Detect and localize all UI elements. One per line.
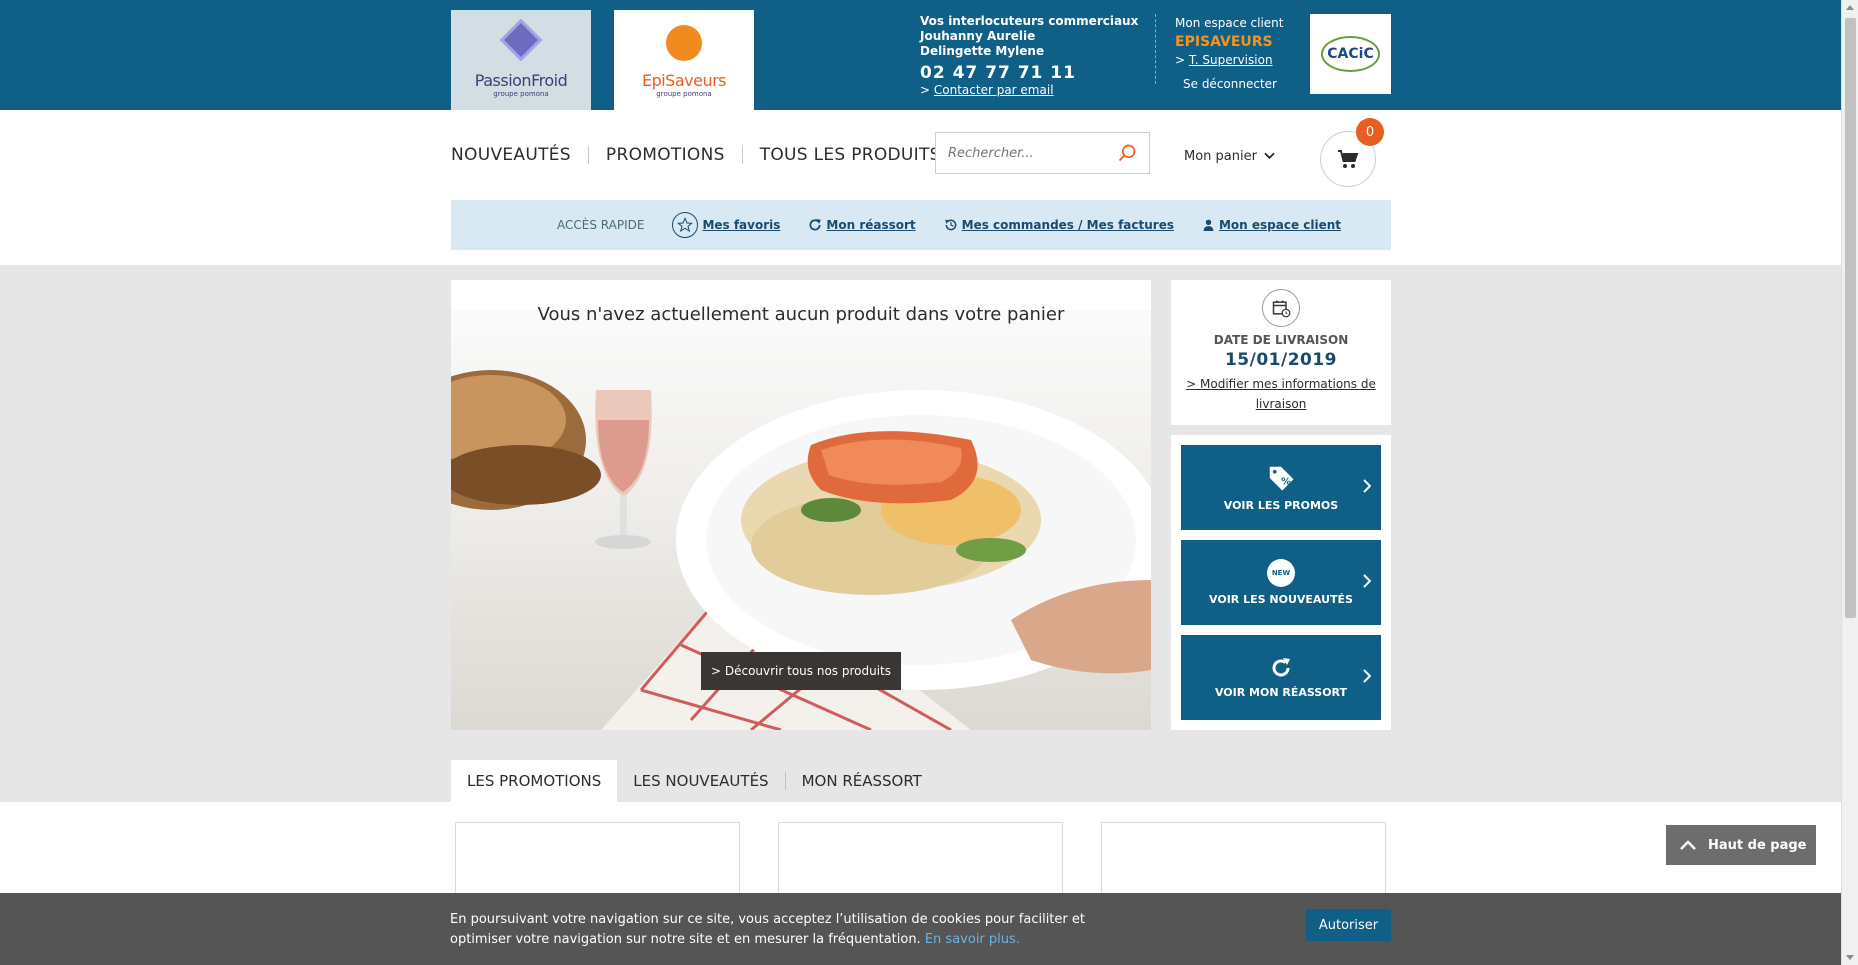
calendar-icon xyxy=(1262,289,1300,327)
percent-tag-icon: % xyxy=(1269,466,1294,491)
quick-link-commandes-label: Mes commandes / Mes factures xyxy=(961,218,1174,232)
cookie-learn-more-link[interactable]: En savoir plus. xyxy=(925,932,1020,947)
supervision-link[interactable]: T. Supervision xyxy=(1189,53,1273,67)
product-tabs: LES PROMOTIONS LES NOUVEAUTÉS MON RÉASSO… xyxy=(451,760,938,802)
delivery-edit-link[interactable]: Modifier mes informations de livraison xyxy=(1196,377,1376,411)
contact-phone: 02 47 77 71 11 xyxy=(920,63,1076,83)
delivery-date-value: 15/01/2019 xyxy=(1224,350,1338,370)
cart-icon xyxy=(1338,150,1359,168)
chevron-up-icon xyxy=(1680,840,1696,850)
nav-item-promotions[interactable]: PROMOTIONS xyxy=(587,146,742,164)
contact-email-link[interactable]: Contacter par email xyxy=(934,83,1054,97)
cookie-banner: En poursuivant votre navigation sur ce s… xyxy=(0,893,1841,965)
back-to-top-label: Haut de page xyxy=(1708,837,1807,853)
supervision-line: > T. Supervision xyxy=(1175,52,1283,69)
quick-access-bar: ACCÈS RAPIDE Mes favoris Mon réassort Me… xyxy=(451,200,1391,250)
svg-text:%: % xyxy=(1281,476,1291,487)
episaveurs-logo-sub: groupe pomona xyxy=(656,90,712,98)
logout-link[interactable]: Se déconnecter xyxy=(1175,76,1283,93)
view-reassort-button[interactable]: VOIR MON RÉASSORT xyxy=(1181,635,1381,720)
passionfroid-logo[interactable]: PassionFroid groupe pomona xyxy=(451,10,591,110)
delivery-date-box: DATE DE LIVRAISON 15/01/2019 > Modifier … xyxy=(1171,280,1391,425)
user-icon xyxy=(1202,218,1215,232)
empty-cart-hero: Vous n'avez actuellement aucun produit d… xyxy=(451,280,1151,730)
history-icon xyxy=(944,218,958,232)
cacic-logo-text: CACiC xyxy=(1321,36,1380,72)
tab-nouveautes[interactable]: LES NOUVEAUTÉS xyxy=(617,760,784,802)
hero-title: Vous n'avez actuellement aucun produit d… xyxy=(537,304,1065,325)
back-to-top-button[interactable]: Haut de page xyxy=(1666,825,1816,865)
sales-contact-block: Vos interlocuteurs commerciaux Jouhanny … xyxy=(920,14,1138,98)
chevron-down-icon xyxy=(1264,152,1275,160)
delivery-edit-line: > Modifier mes informations de livraison xyxy=(1171,374,1391,414)
shortcut-panel: % VOIR LES PROMOS NEW VOIR LES NOUVEAUTÉ… xyxy=(1171,435,1391,730)
main-nav: NOUVEAUTÉS PROMOTIONS TOUS LES PRODUITS xyxy=(451,146,958,164)
contact-email-prefix: > xyxy=(920,83,931,97)
top-header-bar: PassionFroid groupe pomona EpiSaveurs gr… xyxy=(0,0,1841,110)
new-badge-icon: NEW xyxy=(1267,559,1295,587)
search-input[interactable] xyxy=(936,133,1106,173)
tab-reassort[interactable]: MON RÉASSORT xyxy=(786,760,938,802)
view-new-label: VOIR LES NOUVEAUTÉS xyxy=(1209,593,1353,606)
page-scrollbar[interactable] xyxy=(1841,0,1858,965)
star-icon xyxy=(672,212,699,238)
supervision-prefix: > xyxy=(1175,53,1186,67)
chevron-right-icon xyxy=(1363,479,1371,493)
cart-dropdown[interactable]: Mon panier xyxy=(1184,149,1275,164)
episaveurs-logo-mark xyxy=(666,25,702,61)
refresh-icon xyxy=(1272,658,1290,677)
account-block: Mon espace client EPISAVEURS > T. Superv… xyxy=(1175,15,1283,93)
nav-item-tous-les-produits[interactable]: TOUS LES PRODUITS xyxy=(741,146,958,164)
quick-link-commandes[interactable]: Mes commandes / Mes factures xyxy=(944,218,1174,232)
discover-products-button[interactable]: > Découvrir tous nos produits xyxy=(701,652,901,690)
nav-item-nouveautes[interactable]: NOUVEAUTÉS xyxy=(451,146,588,164)
episaveurs-logo[interactable]: EpiSaveurs groupe pomona xyxy=(614,10,754,110)
episaveurs-logo-name: EpiSaveurs xyxy=(641,71,727,90)
quick-link-reassort[interactable]: Mon réassort xyxy=(808,218,916,232)
passionfroid-logo-sub: groupe pomona xyxy=(493,90,549,98)
quick-access-title: ACCÈS RAPIDE xyxy=(557,218,645,232)
cart-label: Mon panier xyxy=(1184,149,1257,164)
quick-link-favoris-label: Mes favoris xyxy=(702,218,781,232)
quick-link-espace-client[interactable]: Mon espace client xyxy=(1202,218,1341,232)
delivery-date-label: DATE DE LIVRAISON xyxy=(1213,333,1349,347)
delivery-edit-prefix: > xyxy=(1186,377,1197,391)
quick-link-reassort-label: Mon réassort xyxy=(826,218,916,232)
contact-title: Vos interlocuteurs commerciaux xyxy=(920,14,1139,28)
cacic-logo: CACiC xyxy=(1310,14,1391,94)
contact-email-line: > Contacter par email xyxy=(920,83,1138,98)
passionfroid-logo-name: PassionFroid xyxy=(474,71,568,90)
scroll-down-arrow[interactable] xyxy=(1846,955,1854,960)
passionfroid-logo-mark xyxy=(499,18,543,62)
view-promos-button[interactable]: % VOIR LES PROMOS xyxy=(1181,445,1381,530)
cart-count-badge: 0 xyxy=(1356,118,1384,146)
contact-person-2: Delingette Mylene xyxy=(920,44,1045,58)
cookie-message: En poursuivant votre navigation sur ce s… xyxy=(450,910,1150,950)
scroll-up-arrow[interactable] xyxy=(1846,5,1854,10)
tab-promotions[interactable]: LES PROMOTIONS xyxy=(451,760,618,802)
view-promos-label: VOIR LES PROMOS xyxy=(1223,499,1339,512)
quick-link-espace-client-label: Mon espace client xyxy=(1218,218,1342,232)
chevron-right-icon xyxy=(1363,669,1371,683)
scroll-thumb[interactable] xyxy=(1845,18,1856,618)
quick-link-favoris[interactable]: Mes favoris xyxy=(672,212,780,238)
search-box xyxy=(935,132,1150,174)
account-title: Mon espace client xyxy=(1175,16,1284,30)
header-divider xyxy=(1155,14,1156,84)
search-icon[interactable] xyxy=(1117,143,1137,163)
cookie-accept-button[interactable]: Autoriser xyxy=(1306,909,1391,941)
view-new-button[interactable]: NEW VOIR LES NOUVEAUTÉS xyxy=(1181,540,1381,625)
contact-person-1: Jouhanny Aurelie xyxy=(920,29,1036,43)
account-brand: EPISAVEURS xyxy=(1175,34,1273,50)
refresh-icon xyxy=(808,218,822,232)
view-reassort-label: VOIR MON RÉASSORT xyxy=(1214,686,1348,699)
chevron-right-icon xyxy=(1363,574,1371,588)
